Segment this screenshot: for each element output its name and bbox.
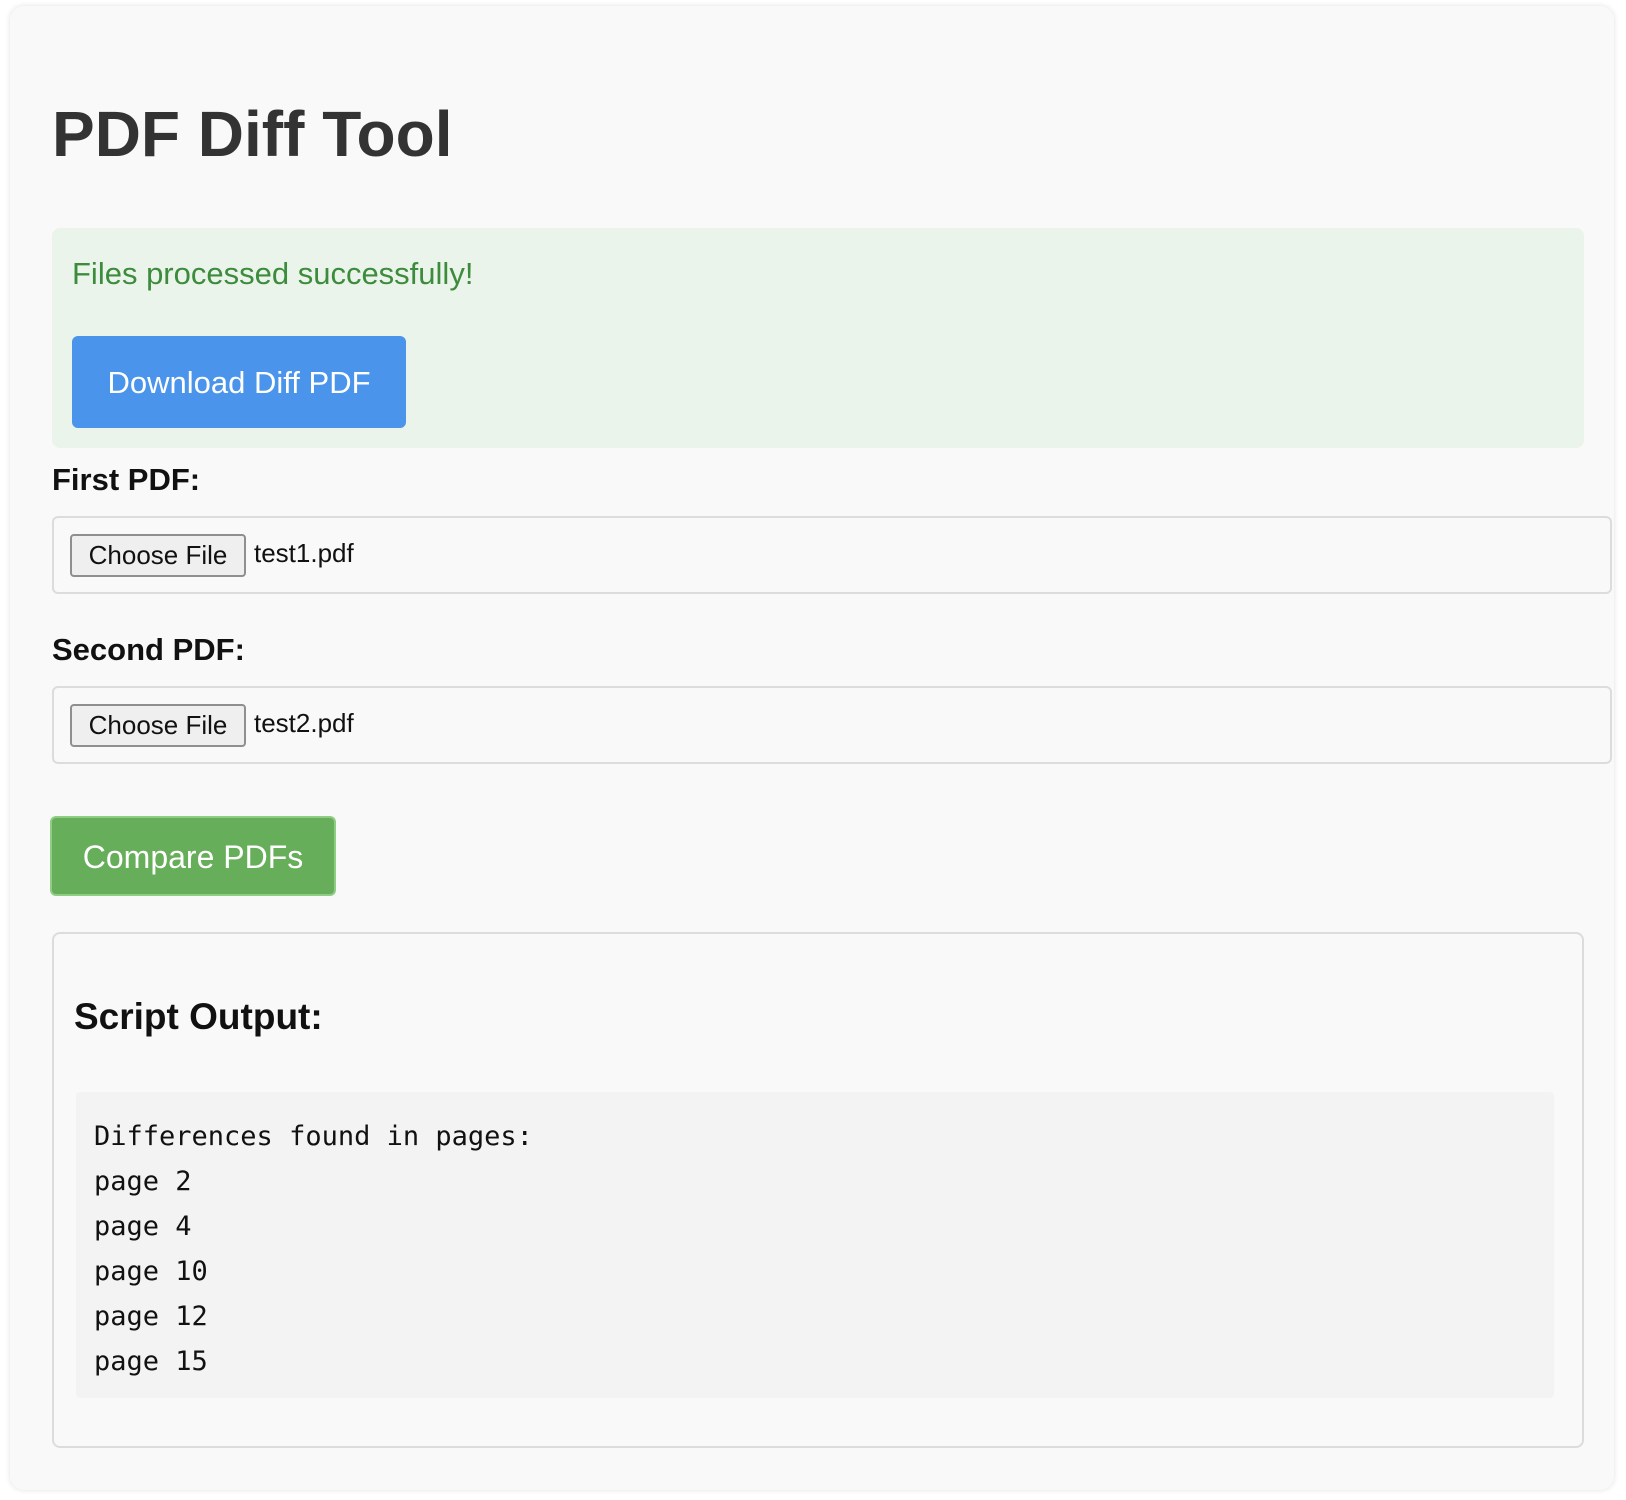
second-pdf-file-input[interactable]: Choose File test2.pdf xyxy=(52,686,1612,764)
compare-pdfs-button[interactable]: Compare PDFs xyxy=(50,816,336,896)
script-output-heading: Script Output: xyxy=(74,996,323,1037)
first-file-name: test1.pdf xyxy=(254,538,354,568)
first-pdf-label: First PDF: xyxy=(52,462,201,497)
script-output-panel: Script Output: Differences found in page… xyxy=(52,932,1584,1448)
first-choose-file-button[interactable]: Choose File xyxy=(70,534,246,577)
output-line: Differences found in pages: xyxy=(94,1121,533,1152)
download-diff-button[interactable]: Download Diff PDF xyxy=(72,336,406,428)
second-choose-file-button[interactable]: Choose File xyxy=(70,704,246,747)
main-card: PDF Diff Tool Files processed successful… xyxy=(10,6,1614,1490)
script-output-text: Differences found in pages: page 2 page … xyxy=(76,1092,1554,1398)
output-line: page 15 xyxy=(94,1346,208,1377)
page-title: PDF Diff Tool xyxy=(52,98,453,170)
output-line: page 4 xyxy=(94,1211,192,1242)
success-message: Files processed successfully! xyxy=(72,256,474,291)
second-file-name: test2.pdf xyxy=(254,708,354,738)
second-pdf-label: Second PDF: xyxy=(52,632,245,667)
success-panel: Files processed successfully! Download D… xyxy=(52,228,1584,448)
first-pdf-file-input[interactable]: Choose File test1.pdf xyxy=(52,516,1612,594)
output-line: page 12 xyxy=(94,1301,208,1332)
output-line: page 2 xyxy=(94,1166,192,1197)
output-line: page 10 xyxy=(94,1256,208,1287)
